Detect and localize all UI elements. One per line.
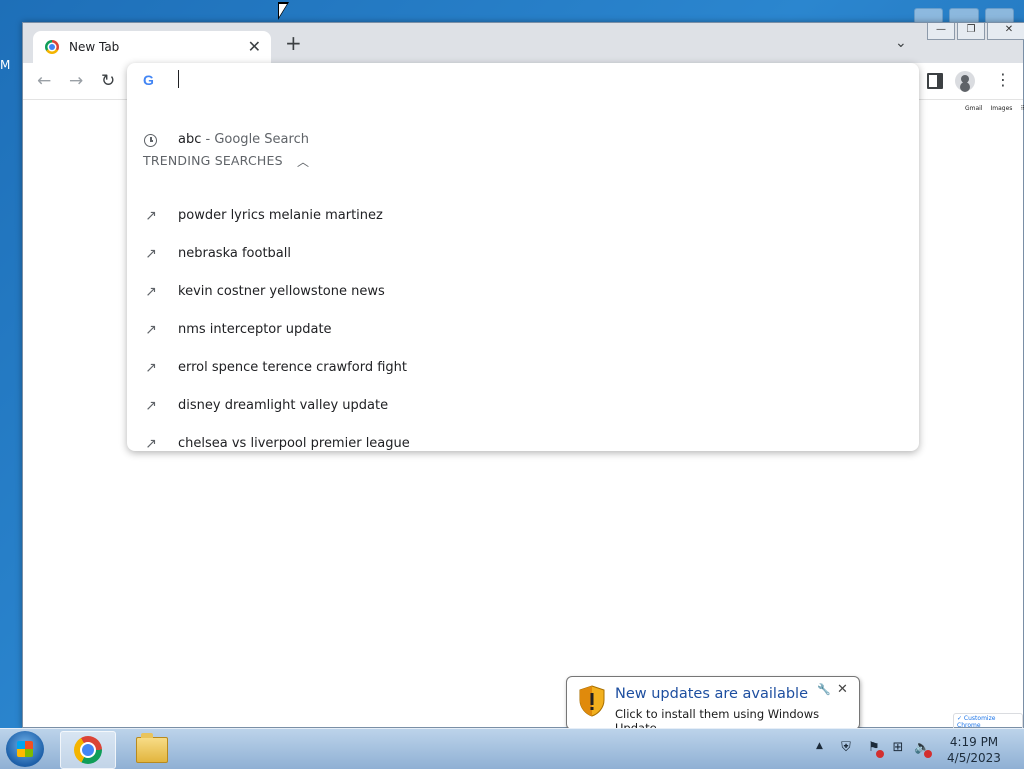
- omnibox-dropdown: G abc - Google Search TRENDING SEARCHES …: [127, 63, 919, 452]
- reload-icon[interactable]: ↻: [101, 71, 115, 91]
- images-link[interactable]: Images: [991, 105, 1013, 112]
- trending-item[interactable]: ↗ powder lyrics melanie martinez: [127, 199, 919, 235]
- show-hidden-icons-icon[interactable]: ▲: [816, 741, 823, 751]
- google-g-icon: G: [143, 72, 154, 88]
- trending-item[interactable]: ↗ disney dreamlight valley update: [127, 389, 919, 425]
- trending-item-label: nebraska football: [178, 246, 291, 261]
- trending-item-label: kevin costner yellowstone news: [178, 284, 385, 299]
- apps-grid-icon[interactable]: ⠿: [1020, 105, 1024, 112]
- notification-close-icon[interactable]: ✕: [837, 682, 848, 697]
- tab-strip: New Tab ✕ + ⌄ — ❐ ✕: [23, 23, 1024, 63]
- chrome-favicon-icon: [45, 40, 59, 54]
- taskbar-explorer-button[interactable]: [124, 731, 178, 767]
- trending-item[interactable]: ↗ errol spence terence crawford fight: [127, 351, 919, 387]
- trending-arrow-icon: ↗: [145, 246, 157, 262]
- collapse-chevron-up-icon[interactable]: ︿: [297, 153, 309, 170]
- trending-arrow-icon: ↗: [145, 322, 157, 338]
- chrome-menu-icon[interactable]: ⋮: [995, 70, 1011, 89]
- trending-arrow-icon: ↗: [145, 398, 157, 414]
- chrome-icon: [74, 736, 102, 764]
- start-button[interactable]: [6, 731, 44, 767]
- restore-button[interactable]: ❐: [957, 23, 985, 40]
- trending-item[interactable]: ↗ kevin costner yellowstone news: [127, 275, 919, 311]
- trending-arrow-icon: ↗: [145, 436, 157, 452]
- tab-search-icon[interactable]: ⌄: [895, 35, 907, 51]
- volume-muted-icon[interactable]: 🔈: [914, 740, 932, 758]
- taskbar-chrome-button[interactable]: [60, 731, 116, 769]
- warning-shield-icon: [579, 685, 605, 717]
- folder-icon: [136, 733, 168, 763]
- gmail-link[interactable]: Gmail: [965, 105, 983, 112]
- window-controls: — ❐ ✕: [927, 23, 1024, 40]
- text-caret: [178, 70, 179, 88]
- desktop-edge-text: M: [0, 58, 11, 72]
- tab-new-tab[interactable]: New Tab ✕: [33, 31, 271, 63]
- history-clock-icon: [144, 134, 157, 147]
- trending-item-label: nms interceptor update: [178, 322, 332, 337]
- profile-avatar-icon[interactable]: [955, 71, 975, 91]
- trending-arrow-icon: ↗: [145, 284, 157, 300]
- trending-item[interactable]: ↗ chelsea vs liverpool premier league: [127, 427, 919, 452]
- network-icon[interactable]: ⊞: [890, 740, 906, 756]
- trending-item-label: powder lyrics melanie martinez: [178, 208, 383, 223]
- history-suffix: - Google Search: [201, 132, 309, 147]
- new-tab-button[interactable]: +: [285, 33, 302, 53]
- wrench-icon[interactable]: 🔧: [817, 683, 831, 696]
- forward-arrow-icon[interactable]: →: [69, 71, 83, 91]
- close-window-button[interactable]: ✕: [987, 23, 1024, 40]
- trending-item[interactable]: ↗ nms interceptor update: [127, 313, 919, 349]
- history-query: abc: [178, 132, 202, 147]
- notification-title: New updates are available: [615, 686, 808, 702]
- mouse-cursor-icon: [278, 2, 289, 20]
- clock-date[interactable]: 4/5/2023: [942, 751, 1006, 765]
- action-center-flag-icon[interactable]: ⚑: [866, 740, 884, 758]
- tab-close-icon[interactable]: ✕: [248, 37, 261, 56]
- back-arrow-icon[interactable]: ←: [37, 71, 51, 91]
- trending-item-label: errol spence terence crawford fight: [178, 360, 407, 375]
- windows-update-notification[interactable]: New updates are available Click to insta…: [566, 676, 860, 740]
- trending-arrow-icon: ↗: [145, 208, 157, 224]
- trending-item[interactable]: ↗ nebraska football: [127, 237, 919, 273]
- taskbar: ▲ ⛨ ⚑ ⊞ 🔈 4:19 PM 4/5/2023: [0, 728, 1024, 769]
- address-bar-input[interactable]: [183, 67, 887, 93]
- side-panel-icon[interactable]: [927, 73, 943, 89]
- trending-arrow-icon: ↗: [145, 360, 157, 376]
- trending-header: TRENDING SEARCHES: [143, 153, 283, 168]
- chrome-window: New Tab ✕ + ⌄ — ❐ ✕ ← → ↻ ⋮ Gmail Images…: [22, 22, 1024, 731]
- google-header-links: Gmail Images ⠿: [965, 105, 1024, 112]
- minimize-button[interactable]: —: [927, 23, 955, 40]
- tab-title: New Tab: [69, 40, 120, 54]
- trending-item-label: chelsea vs liverpool premier league: [178, 436, 410, 451]
- clock-time[interactable]: 4:19 PM: [942, 735, 1006, 749]
- windows-update-tray-icon[interactable]: ⛨: [838, 740, 854, 756]
- trending-item-label: disney dreamlight valley update: [178, 398, 389, 413]
